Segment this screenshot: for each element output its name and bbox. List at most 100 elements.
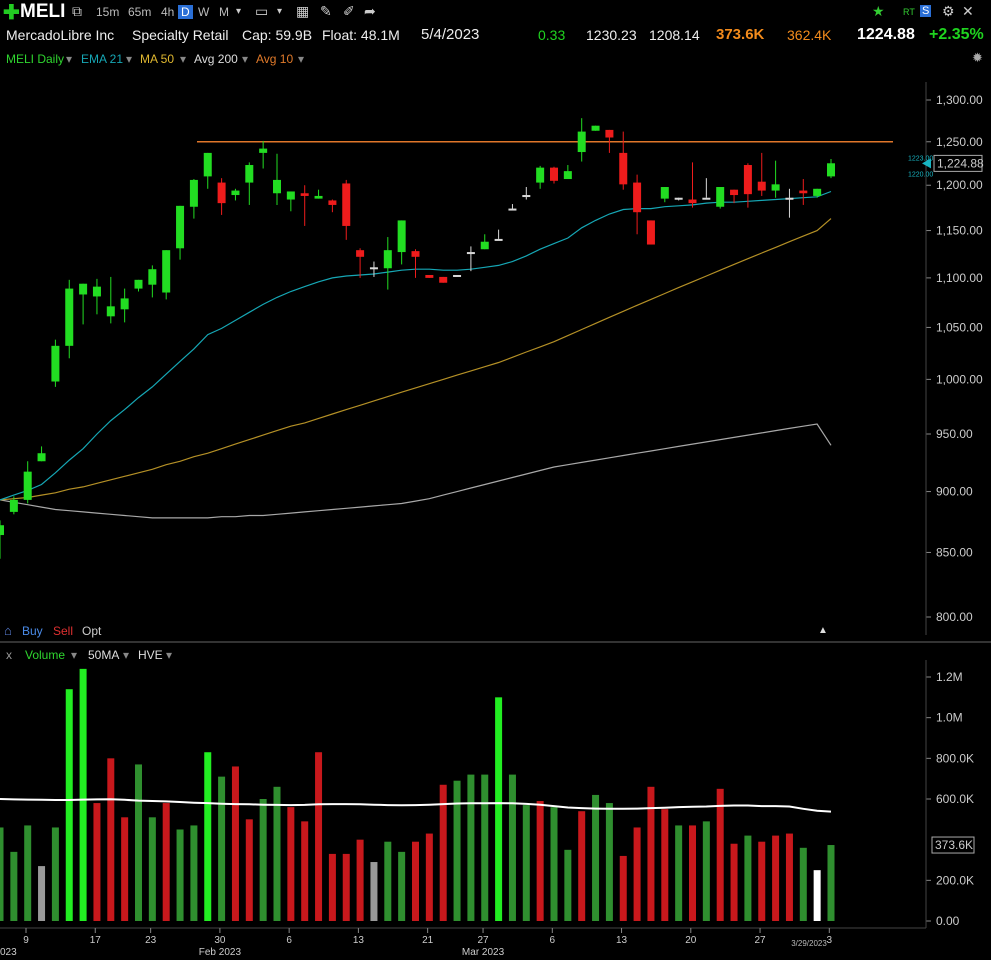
date-label: 27: [477, 935, 489, 946]
date-label: 6: [550, 935, 556, 946]
volume-bar: [51, 827, 59, 921]
volume-bar: [10, 851, 18, 921]
start-label: 023: [0, 947, 17, 958]
price-markers: 1,224.881223.001220.00: [908, 154, 984, 179]
volume-close-button[interactable]: x: [6, 648, 12, 662]
candle-body: [646, 220, 655, 245]
candle-body: [577, 131, 586, 153]
volume-bar: [315, 752, 323, 921]
volume-bar: [231, 766, 239, 921]
price-label: 800.00: [936, 610, 973, 624]
sell-button[interactable]: Sell: [53, 624, 73, 638]
candle-body: [397, 220, 406, 253]
collapse-icon[interactable]: ▲: [818, 625, 828, 636]
moving-averages: [0, 190, 832, 519]
volume-axis: 1.2M 1.0M 800.0K 600.0K 200.0K 0.00 373.6K: [925, 660, 975, 928]
volume-bar: [799, 847, 807, 921]
volume-bar: [758, 841, 766, 921]
candle-body: [342, 183, 351, 226]
price-label: 1,200.00: [936, 178, 983, 192]
volume-bar: [772, 835, 780, 921]
hve-legend[interactable]: HVE: [138, 648, 163, 662]
last-price-marker: 1,224.88: [937, 156, 984, 170]
candle-body: [37, 453, 46, 462]
chevron-down-icon[interactable]: ▾: [166, 648, 172, 662]
volume-label: 800.0K: [936, 751, 974, 765]
candle-body: [730, 189, 739, 196]
candle-body: [550, 167, 558, 181]
chevron-down-icon[interactable]: ▾: [71, 648, 77, 662]
volume-bar: [79, 668, 87, 921]
candle-body: [619, 152, 628, 185]
volume-ma: [0, 798, 832, 813]
candle-body: [591, 125, 600, 131]
volume-bar: [592, 794, 600, 921]
candle-body: [605, 129, 614, 138]
volume-label: 600.0K: [936, 792, 974, 806]
price-label: 900.00: [936, 485, 973, 499]
volume-bar: [38, 866, 46, 921]
candle-body: [65, 288, 74, 346]
candle-body: [314, 195, 323, 199]
flag-icon[interactable]: ⌂: [4, 623, 12, 638]
volume-bar: [813, 870, 821, 921]
volume-label: 1.2M: [936, 670, 963, 684]
candle-body: [134, 279, 143, 289]
candle-body: [813, 188, 822, 196]
candle-body: [245, 165, 254, 183]
volume-bar: [162, 803, 170, 921]
buy-button[interactable]: Buy: [22, 624, 43, 638]
candle-body: [217, 182, 226, 204]
volume-bar: [190, 825, 198, 921]
volume-bar: [481, 774, 489, 921]
volume-bar: [0, 827, 4, 921]
volume-bar: [578, 811, 586, 921]
candle-body: [411, 251, 420, 257]
candle-body: [203, 152, 212, 177]
candle-body: [660, 187, 669, 199]
candle-body: [0, 525, 4, 536]
candle-body: [453, 274, 462, 277]
volume-bar: [425, 833, 433, 921]
date-label: 20: [685, 935, 697, 946]
candle-body: [633, 182, 642, 213]
volume-bar: [508, 774, 516, 921]
date-label: 17: [90, 935, 102, 946]
candle-body: [466, 252, 475, 255]
candle-body: [9, 499, 18, 512]
volume-bar: [245, 819, 253, 921]
price-chart[interactable]: 1,300.00 1,250.00 1,200.00 1,150.00 1,100.00…: [0, 0, 991, 960]
volume-bar: [744, 835, 752, 921]
volume-bar: [121, 817, 129, 921]
candle-body: [757, 181, 766, 191]
price-label: 1,150.00: [936, 224, 983, 238]
volume-bar: [287, 807, 295, 921]
price-label: 1,300.00: [936, 93, 983, 107]
candle-body: [369, 267, 378, 270]
volume-ma-legend[interactable]: 50MA: [88, 648, 119, 662]
avg200-line: [0, 423, 832, 519]
volume-bar: [730, 843, 738, 921]
candle-body: [120, 298, 129, 310]
price-label: 1,000.00: [936, 372, 983, 386]
volume-bar: [356, 839, 364, 921]
candle-body: [522, 195, 531, 198]
volume-legend[interactable]: Volume: [25, 648, 65, 662]
volume-bar: [605, 803, 613, 921]
candle-body: [383, 250, 392, 269]
candle-body: [356, 250, 365, 257]
candle-body: [286, 191, 295, 200]
date-label: 3: [827, 935, 833, 946]
candle-body: [439, 276, 448, 283]
candle-body: [716, 187, 725, 207]
options-button[interactable]: Opt: [82, 624, 101, 638]
volume-bar: [342, 853, 350, 921]
chevron-down-icon[interactable]: ▾: [123, 648, 129, 662]
candle-body: [827, 163, 835, 177]
volume-bar: [204, 752, 212, 921]
ema21-line: [0, 190, 832, 501]
volume-bar: [384, 841, 392, 921]
volume-bar: [550, 807, 558, 921]
candle-body: [148, 269, 157, 285]
candle-body: [231, 190, 240, 196]
